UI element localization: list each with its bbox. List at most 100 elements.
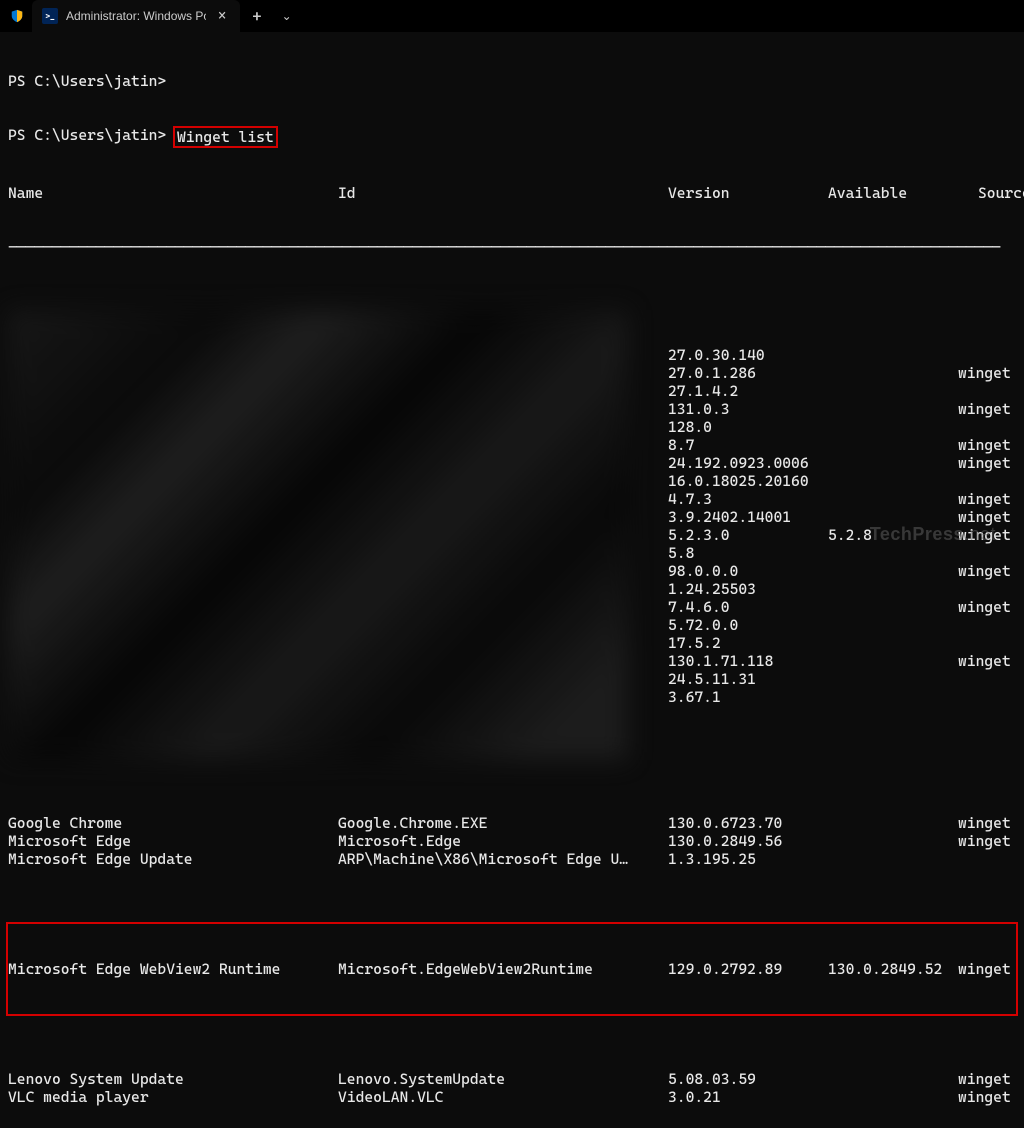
data-row: Lenovo System UpdateLenovo.SystemUpdate5…: [8, 1070, 1016, 1088]
cell-version: 24.5.11.31: [668, 670, 828, 688]
admin-shield-icon: [10, 9, 24, 23]
col-name: Name: [8, 184, 338, 202]
cell-source: [958, 544, 1016, 562]
table-header-row: Name Id Version Available Source: [8, 184, 1016, 202]
cell-source: [958, 418, 1016, 436]
cell-id: Microsoft.EdgeWebView2Runtime: [338, 960, 668, 978]
cell-version: 5.72.0.0: [668, 616, 828, 634]
cell-source: winget: [958, 436, 1016, 454]
cell-available: [828, 814, 958, 832]
cell-source: [958, 382, 1016, 400]
cell-id: Google.Chrome.EXE: [338, 814, 668, 832]
cell-available: [828, 562, 958, 580]
cell-available: [828, 688, 958, 706]
tab-dropdown-button[interactable]: ⌄: [274, 9, 300, 23]
cell-source: winget: [958, 562, 1016, 580]
col-available: Available: [828, 184, 978, 202]
cell-version: 129.0.2792.89: [668, 960, 828, 978]
cell-available: [828, 418, 958, 436]
cell-version: 130.0.2849.56: [668, 832, 828, 850]
cell-id: Microsoft.Edge: [338, 832, 668, 850]
cell-available: [828, 1070, 958, 1088]
col-source: Source: [978, 184, 1024, 202]
cell-source: [958, 580, 1016, 598]
cell-name: VLC media player: [8, 1088, 338, 1106]
cell-available: [828, 382, 958, 400]
cell-available: [828, 472, 958, 490]
cell-version: 5.8: [668, 544, 828, 562]
highlighted-package-row: Microsoft Edge WebView2 Runtime Microsof…: [6, 922, 1018, 1016]
cell-name: Google Chrome: [8, 814, 338, 832]
cell-available: [828, 652, 958, 670]
cell-version: 4.7.3: [668, 490, 828, 508]
watermark: TechPress.net: [870, 524, 996, 545]
cell-available: [828, 850, 958, 868]
cell-available: [828, 454, 958, 472]
cell-available: [828, 1088, 958, 1106]
prompt-text: PS C:\Users\jatin>: [8, 72, 166, 90]
tab-title: Administrator: Windows Powe: [66, 9, 206, 23]
cell-version: 27.1.4.2: [668, 382, 828, 400]
cell-source: winget: [958, 960, 1016, 978]
blur-overlay: [8, 310, 628, 760]
cell-version: 7.4.6.0: [668, 598, 828, 616]
cell-source: winget: [958, 490, 1016, 508]
window-titlebar: >_ Administrator: Windows Powe × + ⌄: [0, 0, 1024, 32]
data-row: Microsoft Edge UpdateARP\Machine\X86\Mic…: [8, 850, 1016, 868]
cell-version: 17.5.2: [668, 634, 828, 652]
cell-available: [828, 400, 958, 418]
cell-source: [958, 670, 1016, 688]
prompt-line-1: PS C:\Users\jatin>: [8, 72, 1016, 90]
watermark-main: TechPress: [870, 524, 964, 544]
cell-source: [958, 850, 1016, 868]
cell-available: [828, 490, 958, 508]
cell-source: [958, 346, 1016, 364]
cell-source: winget: [958, 454, 1016, 472]
cell-available: [828, 346, 958, 364]
cell-source: winget: [958, 1088, 1016, 1106]
new-tab-button[interactable]: +: [240, 7, 273, 26]
terminal-content[interactable]: PS C:\Users\jatin> PS C:\Users\jatin> Wi…: [0, 32, 1024, 1128]
command-highlight: Winget list: [173, 126, 278, 148]
prompt-text: PS C:\Users\jatin>: [8, 126, 175, 148]
cell-available: [828, 544, 958, 562]
cell-version: 5.08.03.59: [668, 1070, 828, 1088]
cell-source: [958, 616, 1016, 634]
cell-available: [828, 832, 958, 850]
col-version: Version: [668, 184, 828, 202]
cell-version: 27.0.1.286: [668, 364, 828, 382]
col-id: Id: [338, 184, 668, 202]
cell-available: [828, 634, 958, 652]
cell-version: 24.192.0923.0006: [668, 454, 828, 472]
cell-id: ARP\Machine\X86\Microsoft Edge U…: [338, 850, 668, 868]
cell-version: 16.0.18025.20160: [668, 472, 828, 490]
cell-source: [958, 634, 1016, 652]
cell-version: 1.24.25503: [668, 580, 828, 598]
cell-source: winget: [958, 598, 1016, 616]
cell-available: 130.0.2849.52: [828, 960, 958, 978]
cell-id: VideoLAN.VLC: [338, 1088, 668, 1106]
cell-version: 8.7: [668, 436, 828, 454]
cell-version: 3.9.2402.14001: [668, 508, 828, 526]
cell-source: winget: [958, 652, 1016, 670]
cell-name: Microsoft Edge: [8, 832, 338, 850]
blurred-rows-section: 27.0.30.14027.0.1.286winget27.1.4.2131.0…: [8, 310, 1016, 760]
table-divider: ----------------------------------------…: [8, 238, 1016, 256]
cell-version: 5.2.3.0: [668, 526, 828, 544]
cell-source: winget: [958, 1070, 1016, 1088]
cell-id: Lenovo.SystemUpdate: [338, 1070, 668, 1088]
cell-version: 98.0.0.0: [668, 562, 828, 580]
cell-source: [958, 472, 1016, 490]
powershell-icon: >_: [42, 8, 58, 24]
cell-available: [828, 670, 958, 688]
terminal-tab[interactable]: >_ Administrator: Windows Powe ×: [32, 0, 240, 32]
cell-available: [828, 364, 958, 382]
cell-available: [828, 598, 958, 616]
cell-version: 130.1.71.118: [668, 652, 828, 670]
cell-version: 3.0.21: [668, 1088, 828, 1106]
tab-close-button[interactable]: ×: [214, 8, 230, 24]
cell-name: Lenovo System Update: [8, 1070, 338, 1088]
cell-available: [828, 616, 958, 634]
cell-name: Microsoft Edge Update: [8, 850, 338, 868]
cell-available: [828, 436, 958, 454]
